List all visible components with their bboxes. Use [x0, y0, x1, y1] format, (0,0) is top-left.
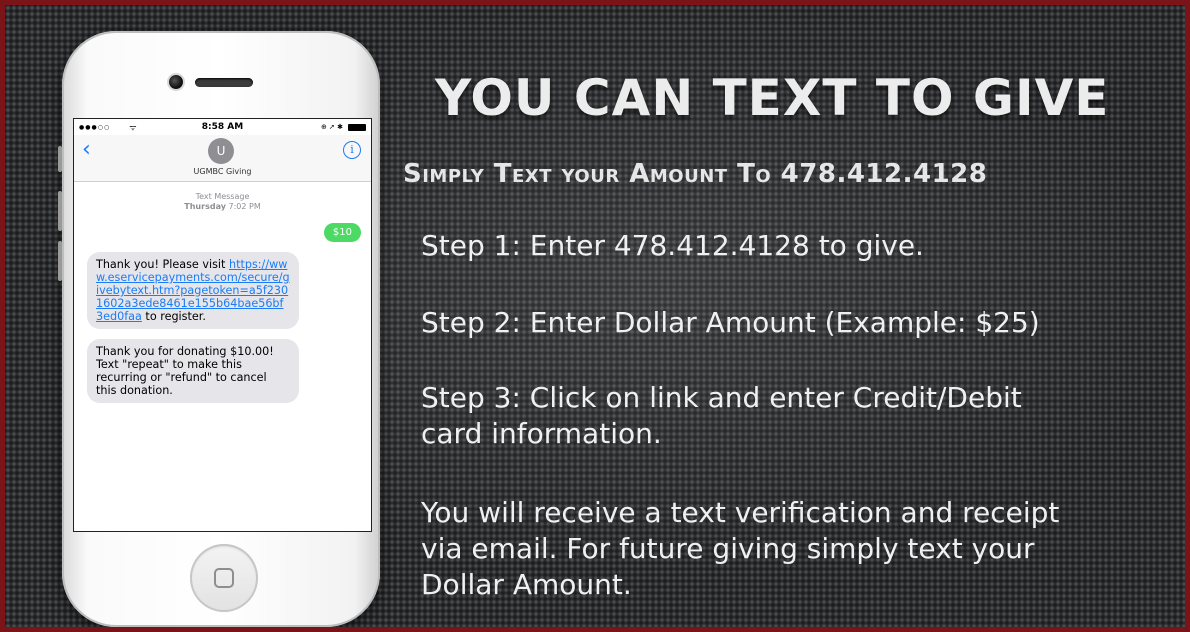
received-message-bubble-1: Thank you! Please visit https://www.eser…: [87, 252, 299, 329]
reply-text-start: Thank you! Please visit: [96, 258, 229, 271]
status-bar: ●●●○○ ᯤ 8:58 AM ⊕ ➚ ✱: [74, 119, 371, 135]
slide-title: YOU CAN TEXT TO GIVE: [435, 69, 1110, 127]
front-camera: [169, 75, 183, 89]
status-icons: ⊕ ➚ ✱: [320, 123, 343, 131]
earpiece-speaker: [195, 78, 253, 87]
step-2: Step 2: Enter Dollar Amount (Example: $2…: [421, 306, 1040, 339]
note-line-1: You will receive a text verification and…: [421, 496, 1060, 529]
note-line-2: via email. For future giving simply text…: [421, 532, 1035, 565]
contact-avatar[interactable]: U: [208, 138, 234, 164]
back-chevron-icon[interactable]: ‹: [82, 139, 91, 161]
wifi-icon: ᯤ: [129, 122, 137, 132]
home-button[interactable]: [190, 544, 258, 612]
battery-icon: [348, 123, 366, 131]
volume-down-button: [58, 241, 62, 281]
sent-message-bubble: $10: [323, 223, 361, 242]
message-day: Thursday: [184, 202, 226, 211]
signal-icon: ●●●○○: [79, 123, 111, 131]
contact-name[interactable]: UGMBC Giving: [74, 167, 371, 176]
step-3-line-1: Step 3: Click on link and enter Credit/D…: [421, 381, 1022, 414]
message-time: 7:02 PM: [228, 202, 261, 211]
phone-screen: ●●●○○ ᯤ 8:58 AM ⊕ ➚ ✱ ‹ U UGMBC Giving i…: [73, 118, 372, 532]
conversation-header: ‹ U UGMBC Giving i: [74, 135, 371, 182]
volume-up-button: [58, 191, 62, 231]
message-timestamp: Text Message Thursday 7:02 PM: [74, 192, 371, 212]
iphone-mockup: ●●●○○ ᯤ 8:58 AM ⊕ ➚ ✱ ‹ U UGMBC Giving i…: [58, 31, 380, 627]
received-message-bubble-2: Thank you for donating $10.00! Text "rep…: [87, 339, 299, 403]
home-square-icon: [214, 568, 234, 588]
slide-subtitle: Simply Text your Amount To 478.412.4128: [403, 159, 988, 189]
reply-text-end: to register.: [141, 310, 206, 323]
slide: ●●●○○ ᯤ 8:58 AM ⊕ ➚ ✱ ‹ U UGMBC Giving i…: [0, 0, 1190, 632]
message-type-label: Text Message: [195, 192, 250, 201]
info-icon[interactable]: i: [343, 141, 361, 159]
note-line-3: Dollar Amount.: [421, 568, 632, 601]
mute-switch: [58, 146, 62, 172]
step-1: Step 1: Enter 478.412.4128 to give.: [421, 229, 924, 262]
step-3-line-2: card information.: [421, 417, 662, 450]
